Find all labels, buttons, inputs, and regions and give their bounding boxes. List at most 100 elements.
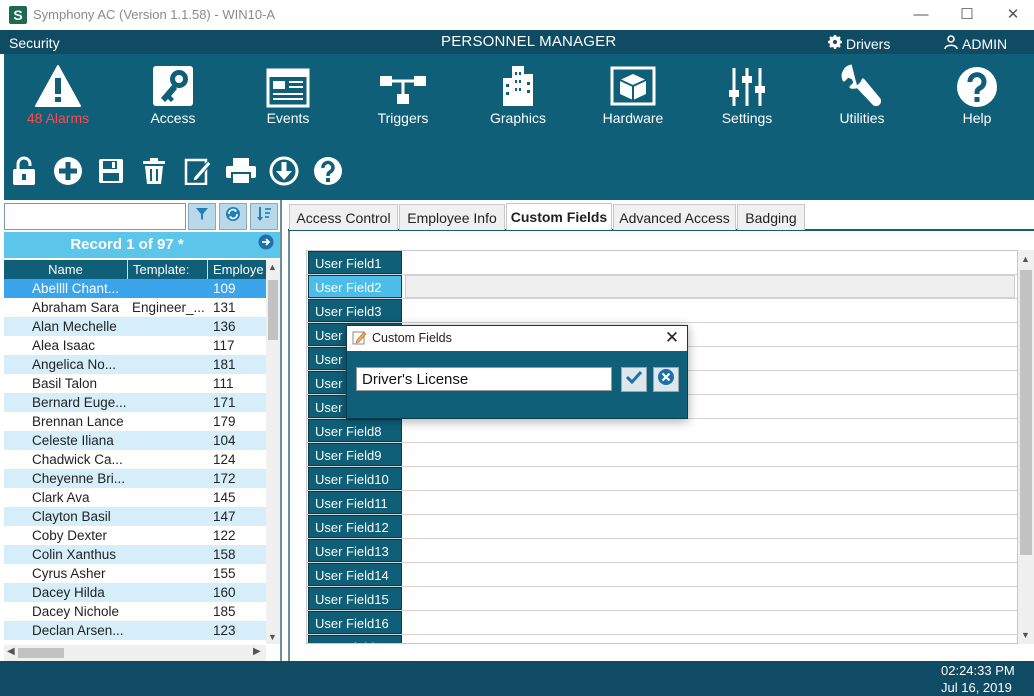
- edit-button[interactable]: [181, 156, 215, 190]
- custom-field-label[interactable]: User Field15: [308, 587, 402, 610]
- lock-button[interactable]: [7, 156, 41, 190]
- list-item[interactable]: Basil Talon 111: [4, 374, 266, 393]
- ribbon-help[interactable]: Help: [927, 62, 1027, 126]
- list-cell-name: Alea Isaac: [32, 338, 96, 353]
- custom-field-label[interactable]: User Field10: [308, 467, 402, 490]
- custom-field-label[interactable]: User Field2: [308, 275, 402, 298]
- list-scroll-thumb[interactable]: [268, 280, 278, 340]
- drivers-button[interactable]: Drivers: [828, 35, 890, 52]
- list-item[interactable]: Colin Xanthus 158: [4, 545, 266, 564]
- list-item[interactable]: Cheyenne Bri... 172: [4, 469, 266, 488]
- custom-field-value[interactable]: [405, 539, 1015, 562]
- custom-field-label[interactable]: User Field16: [308, 611, 402, 634]
- dialog-confirm-button[interactable]: [621, 367, 647, 392]
- list-item[interactable]: Clayton Basil 147: [4, 507, 266, 526]
- custom-field-label[interactable]: User Field11: [308, 491, 402, 514]
- custom-field-value[interactable]: [405, 467, 1015, 490]
- custom-field-value[interactable]: [405, 275, 1015, 298]
- search-input[interactable]: [4, 203, 186, 230]
- column-template[interactable]: Template:: [129, 260, 208, 279]
- close-window-button[interactable]: ✕: [990, 0, 1034, 30]
- custom-field-label[interactable]: User Field9: [308, 443, 402, 466]
- custom-field-label[interactable]: User Field14: [308, 563, 402, 586]
- custom-field-value[interactable]: [405, 419, 1015, 442]
- scroll-right-icon[interactable]: ▶: [253, 646, 261, 657]
- fields-scroll-thumb[interactable]: [1020, 270, 1032, 555]
- custom-field-value-input[interactable]: [356, 367, 612, 391]
- list-cell-name: Cyrus Asher: [32, 566, 106, 581]
- list-item[interactable]: Chadwick Ca... 124: [4, 450, 266, 469]
- add-button[interactable]: [51, 156, 85, 190]
- ribbon-access[interactable]: Access: [123, 62, 223, 126]
- scroll-left-icon[interactable]: ◀: [7, 646, 15, 657]
- custom-field-label[interactable]: User Field13: [308, 539, 402, 562]
- custom-field-label[interactable]: User Field1: [308, 251, 402, 274]
- list-item[interactable]: Abraham Sara Engineer_... 131: [4, 298, 266, 317]
- list-item[interactable]: Clark Ava 145: [4, 488, 266, 507]
- list-item[interactable]: Abellll Chant... 109: [4, 279, 266, 298]
- custom-field-value[interactable]: [405, 587, 1015, 610]
- refresh-button[interactable]: [219, 203, 247, 230]
- custom-field-label[interactable]: User Field3: [308, 299, 402, 322]
- custom-field-value[interactable]: [405, 443, 1015, 466]
- tab-custom-fields[interactable]: Custom Fields: [506, 203, 612, 230]
- list-item[interactable]: Dacey Nichole 185: [4, 602, 266, 621]
- custom-field-value[interactable]: [405, 491, 1015, 514]
- filter-button[interactable]: [188, 203, 216, 230]
- custom-field-value[interactable]: [405, 515, 1015, 538]
- dialog-cancel-button[interactable]: [653, 367, 679, 392]
- list-item[interactable]: Alan Mechelle 136: [4, 317, 266, 336]
- ribbon-settings[interactable]: Settings: [697, 62, 797, 126]
- list-item[interactable]: Bernard Euge... 171: [4, 393, 266, 412]
- download-button[interactable]: [267, 156, 301, 190]
- custom-field-label[interactable]: User Field17: [308, 635, 402, 643]
- ribbon-graphics[interactable]: Graphics: [468, 62, 568, 126]
- delete-button[interactable]: [137, 156, 171, 190]
- list-item[interactable]: Cyrus Asher 155: [4, 564, 266, 583]
- list-item[interactable]: Coby Dexter 122: [4, 526, 266, 545]
- ribbon-triggers[interactable]: Triggers: [353, 62, 453, 126]
- custom-field-value[interactable]: [405, 251, 1015, 274]
- list-item[interactable]: Alea Isaac 117: [4, 336, 266, 355]
- list-item[interactable]: Celeste Iliana 104: [4, 431, 266, 450]
- custom-field-row: User Field9: [307, 443, 1017, 467]
- custom-field-label[interactable]: User Field12: [308, 515, 402, 538]
- fields-scroll-down-icon[interactable]: ▼: [1021, 630, 1030, 640]
- fields-scroll-up-icon[interactable]: ▲: [1021, 254, 1030, 264]
- column-employee[interactable]: Employe: [209, 260, 266, 279]
- toolbar-help-button[interactable]: [311, 156, 345, 190]
- list-hscroll-thumb[interactable]: [18, 648, 64, 658]
- user-menu[interactable]: ADMIN: [944, 35, 1007, 52]
- alarms-button[interactable]: 48 Alarms: [8, 62, 108, 126]
- tab-badging[interactable]: Badging: [737, 204, 805, 230]
- list-cell-id: 179: [213, 414, 236, 429]
- scroll-up-icon[interactable]: ▲: [268, 262, 277, 272]
- tab-advanced-access[interactable]: Advanced Access: [613, 204, 736, 230]
- save-button[interactable]: [94, 156, 128, 190]
- list-item[interactable]: Declan Arsen... 123: [4, 621, 266, 640]
- sort-button[interactable]: [250, 203, 278, 230]
- ribbon-events[interactable]: Events: [238, 62, 338, 126]
- minimize-button[interactable]: —: [898, 0, 944, 30]
- print-button[interactable]: [224, 156, 258, 190]
- custom-field-label[interactable]: User Field8: [308, 419, 402, 442]
- tab-access-control[interactable]: Access Control: [289, 204, 398, 230]
- dialog-close-button[interactable]: ✕: [662, 328, 682, 348]
- custom-field-value[interactable]: [405, 611, 1015, 634]
- list-cell-id: 158: [213, 547, 236, 562]
- next-record-button[interactable]: [256, 234, 276, 253]
- list-item[interactable]: Dacey Hilda 160: [4, 583, 266, 602]
- scroll-down-icon[interactable]: ▼: [268, 632, 277, 642]
- ribbon-hardware[interactable]: Hardware: [583, 62, 683, 126]
- column-name[interactable]: Name: [4, 260, 128, 279]
- custom-field-value[interactable]: [405, 635, 1015, 643]
- tab-employee-info[interactable]: Employee Info: [399, 204, 505, 230]
- list-item[interactable]: Delon Ma... 115: [4, 640, 266, 644]
- list-item[interactable]: Brennan Lance 179: [4, 412, 266, 431]
- maximize-button[interactable]: ☐: [944, 0, 990, 30]
- custom-field-value[interactable]: [405, 299, 1015, 322]
- security-menu[interactable]: Security: [9, 35, 60, 51]
- ribbon-utilities[interactable]: Utilities: [812, 62, 912, 126]
- list-item[interactable]: Angelica No... 181: [4, 355, 266, 374]
- custom-field-value[interactable]: [405, 563, 1015, 586]
